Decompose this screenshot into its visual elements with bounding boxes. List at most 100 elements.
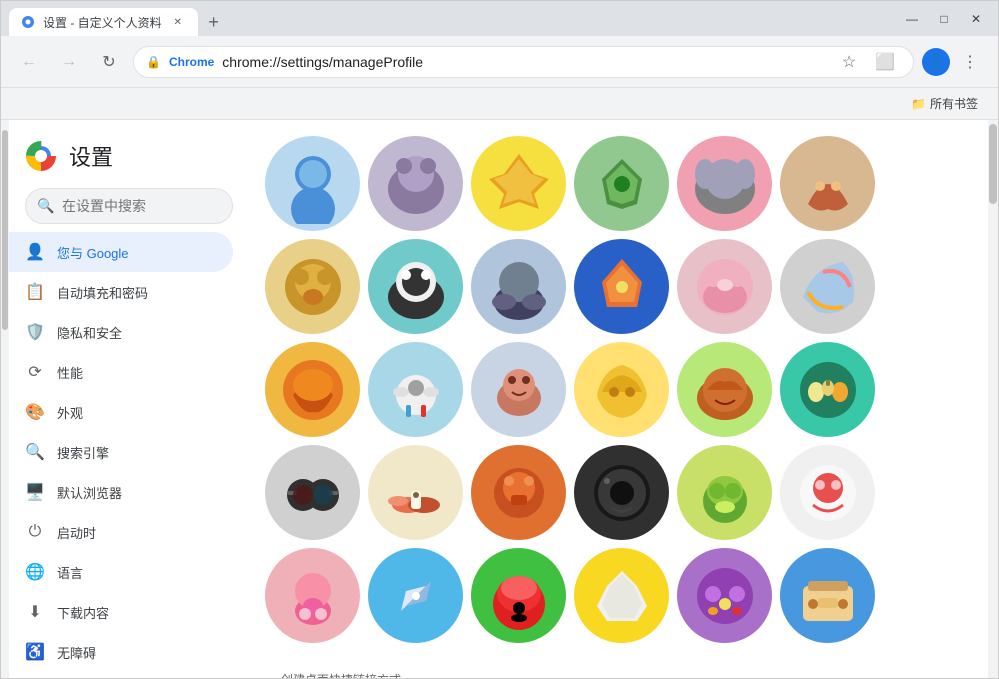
- sidebar-item-appearance[interactable]: 🎨 外观: [9, 392, 249, 432]
- avatar-item[interactable]: [677, 445, 772, 540]
- sidebar-scrollbar-thumb[interactable]: [2, 130, 8, 330]
- nav-items: 👤 您与 Google📋 自动填充和密码🛡️ 隐私和安全⟳ 性能🎨 外观🔍 搜索…: [9, 232, 249, 678]
- avatar-item[interactable]: [780, 548, 875, 643]
- google-label: 您与 Google: [57, 243, 129, 262]
- avatar-item[interactable]: [265, 239, 360, 334]
- search-label: 搜索引擎: [57, 443, 109, 462]
- settings-search-bar: 🔍: [25, 188, 233, 224]
- star-button[interactable]: ☆: [833, 46, 865, 78]
- bookmarks-bar: 📁 所有书签: [1, 88, 998, 120]
- avatar-item[interactable]: [574, 239, 669, 334]
- sidebar-item-startup[interactable]: ⏻ 启动时: [9, 512, 249, 552]
- avatar-grid: [265, 136, 972, 663]
- settings-title: 设置: [69, 140, 113, 172]
- refresh-button[interactable]: ↻: [93, 46, 125, 78]
- sidebar-item-google[interactable]: 👤 您与 Google: [9, 232, 233, 272]
- sidebar-item-system[interactable]: 🔧 系统: [9, 672, 249, 678]
- performance-label: 性能: [57, 363, 83, 382]
- privacy-icon: 🛡️: [25, 322, 45, 342]
- avatar-item[interactable]: [471, 548, 566, 643]
- lock-icon: 🔒: [146, 55, 161, 69]
- avatar-item[interactable]: [677, 239, 772, 334]
- tab-favicon: [21, 15, 35, 29]
- downloads-label: 下载内容: [57, 603, 109, 622]
- sidebar-item-language[interactable]: 🌐 语言: [9, 552, 249, 592]
- new-tab-button[interactable]: +: [200, 8, 228, 36]
- avatar-item[interactable]: [368, 239, 463, 334]
- search-icon: 🔍: [25, 442, 45, 462]
- avatar-item[interactable]: [265, 548, 360, 643]
- tab-close-button[interactable]: ✕: [170, 14, 186, 30]
- title-bar: 设置 - 自定义个人资料 ✕ + — □ ✕: [1, 1, 998, 36]
- all-bookmarks[interactable]: 📁 所有书签: [903, 92, 986, 116]
- chrome-logo-icon: [25, 140, 57, 172]
- avatar-item[interactable]: [471, 136, 566, 231]
- avatar-grid-container[interactable]: 创建桌面快捷链接方式: [249, 120, 988, 678]
- avatar-item[interactable]: [677, 342, 772, 437]
- accessibility-label: 无障碍: [57, 643, 96, 662]
- sidebar-item-accessibility[interactable]: ♿ 无障碍: [9, 632, 249, 672]
- avatar-item[interactable]: [471, 342, 566, 437]
- toolbar: ← → ↻ 🔒 Chrome chrome://settings/manageP…: [1, 36, 998, 88]
- back-button[interactable]: ←: [13, 46, 45, 78]
- sidebar-item-downloads[interactable]: ⬇ 下载内容: [9, 592, 249, 632]
- avatar-item[interactable]: [780, 342, 875, 437]
- address-bar[interactable]: 🔒 Chrome chrome://settings/manageProfile…: [133, 46, 914, 78]
- forward-button[interactable]: →: [53, 46, 85, 78]
- content-area: 设置 🔍 👤 您与 Google📋 自动填充和密码🛡️ 隐私和安全⟳ 性能🎨 外…: [1, 120, 998, 678]
- search-icon: 🔍: [37, 198, 54, 215]
- active-tab[interactable]: 设置 - 自定义个人资料 ✕: [9, 8, 198, 36]
- minimize-button[interactable]: —: [898, 5, 926, 33]
- menu-button[interactable]: ⋮: [954, 46, 986, 78]
- sidebar-item-browser[interactable]: 🖥️ 默认浏览器: [9, 472, 249, 512]
- sidebar-item-performance[interactable]: ⟳ 性能: [9, 352, 249, 392]
- avatar-item[interactable]: [471, 445, 566, 540]
- maximize-button[interactable]: □: [930, 5, 958, 33]
- right-scrollbar[interactable]: [988, 120, 998, 678]
- avatar-item[interactable]: [780, 136, 875, 231]
- profile-icon: 👤: [927, 53, 944, 70]
- profile-button[interactable]: 👤: [922, 48, 950, 76]
- avatar-item[interactable]: [368, 445, 463, 540]
- close-button[interactable]: ✕: [962, 5, 990, 33]
- sidebar-item-search[interactable]: 🔍 搜索引擎: [9, 432, 249, 472]
- sidebar-item-autofill[interactable]: 📋 自动填充和密码: [9, 272, 249, 312]
- appearance-label: 外观: [57, 403, 83, 422]
- avatar-item[interactable]: [574, 445, 669, 540]
- avatar-item[interactable]: [574, 342, 669, 437]
- main-scroll-container: 创建桌面快捷链接方式: [249, 120, 998, 678]
- avatar-item[interactable]: [780, 239, 875, 334]
- avatar-item[interactable]: [780, 445, 875, 540]
- avatar-item[interactable]: [471, 239, 566, 334]
- folder-icon: 📁: [911, 97, 926, 111]
- avatar-item[interactable]: [677, 548, 772, 643]
- address-url-text: chrome://settings/manageProfile: [222, 54, 423, 70]
- autofill-label: 自动填充和密码: [57, 283, 148, 302]
- language-label: 语言: [57, 563, 83, 582]
- search-input[interactable]: [25, 188, 233, 224]
- avatar-item[interactable]: [368, 342, 463, 437]
- tab-strip: 设置 - 自定义个人资料 ✕ +: [9, 1, 228, 36]
- avatar-item[interactable]: [574, 136, 669, 231]
- reader-mode-button[interactable]: ⬜: [869, 46, 901, 78]
- toolbar-icons: 👤 ⋮: [922, 46, 986, 78]
- autofill-icon: 📋: [25, 282, 45, 302]
- privacy-label: 隐私和安全: [57, 323, 122, 342]
- avatar-item[interactable]: [265, 342, 360, 437]
- sidebar-item-privacy[interactable]: 🛡️ 隐私和安全: [9, 312, 249, 352]
- right-scrollbar-thumb[interactable]: [989, 124, 997, 204]
- avatar-item[interactable]: [368, 136, 463, 231]
- chrome-brand-label: Chrome: [169, 55, 214, 69]
- avatar-item[interactable]: [265, 445, 360, 540]
- avatar-item[interactable]: [677, 136, 772, 231]
- browser-label: 默认浏览器: [57, 483, 122, 502]
- address-actions: ☆ ⬜: [833, 46, 901, 78]
- google-icon: 👤: [25, 242, 45, 262]
- avatar-item[interactable]: [574, 548, 669, 643]
- startup-label: 启动时: [57, 523, 96, 542]
- sidebar: 设置 🔍 👤 您与 Google📋 自动填充和密码🛡️ 隐私和安全⟳ 性能🎨 外…: [9, 120, 249, 678]
- avatar-item[interactable]: [368, 548, 463, 643]
- avatar-item[interactable]: [265, 136, 360, 231]
- sidebar-scrollbar[interactable]: [1, 120, 9, 678]
- startup-icon: ⏻: [25, 523, 45, 541]
